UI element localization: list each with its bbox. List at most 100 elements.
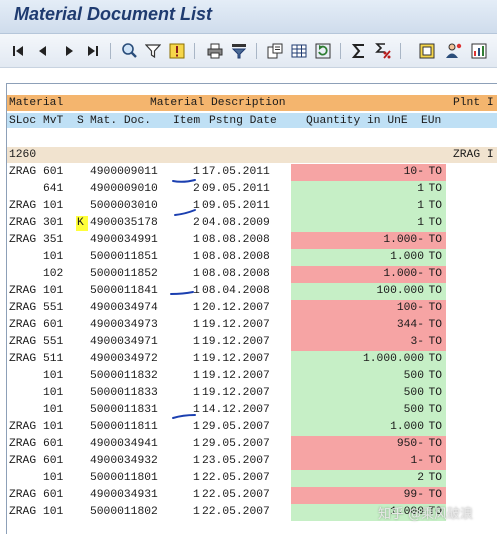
details-icon[interactable]: [120, 42, 138, 60]
total-icon[interactable]: [350, 42, 368, 60]
table-row[interactable]: 101 5000011831 1 14.12.2007 500 TO: [7, 402, 497, 419]
cell-item[interactable]: 2: [193, 182, 200, 196]
cell-entry-unit[interactable]: TO: [428, 318, 442, 332]
cell-quantity[interactable]: 1.000-: [383, 233, 424, 247]
cell-posting-date[interactable]: 19.12.2007: [202, 386, 270, 400]
cell-entry-unit[interactable]: TO: [428, 369, 442, 383]
cell-posting-date[interactable]: 17.05.2011: [202, 165, 270, 179]
header-movement-type[interactable]: MvT: [43, 114, 63, 128]
table-row[interactable]: ZRAG 101 5000011811 1 29.05.2007 1.000 TO: [7, 419, 497, 436]
cell-movement-type[interactable]: 101: [43, 420, 63, 434]
table-row[interactable]: 101 5000011801 1 22.05.2007 2 TO: [7, 470, 497, 487]
cell-item[interactable]: 1: [193, 267, 200, 281]
cell-entry-unit[interactable]: TO: [428, 403, 442, 417]
cell-entry-unit[interactable]: TO: [428, 335, 442, 349]
cell-item[interactable]: 1: [193, 335, 200, 349]
cell-posting-date[interactable]: 09.05.2011: [202, 182, 270, 196]
cell-sloc[interactable]: ZRAG: [9, 454, 36, 468]
cell-movement-type[interactable]: 101: [43, 199, 63, 213]
cell-material-document[interactable]: 4900034941: [90, 437, 158, 451]
header-posting-date[interactable]: Pstng Date: [209, 114, 277, 128]
header-special-stock[interactable]: S: [77, 114, 84, 128]
cell-entry-unit[interactable]: TO: [428, 182, 442, 196]
cell-posting-date[interactable]: 09.05.2011: [202, 199, 270, 213]
cell-quantity[interactable]: 1: [417, 182, 424, 196]
cell-movement-type[interactable]: 641: [43, 182, 63, 196]
cell-posting-date[interactable]: 19.12.2007: [202, 318, 270, 332]
cell-quantity[interactable]: 100-: [397, 301, 424, 315]
cell-posting-date[interactable]: 08.04.2008: [202, 284, 270, 298]
cell-posting-date[interactable]: 19.12.2007: [202, 369, 270, 383]
cell-movement-type[interactable]: 551: [43, 301, 63, 315]
cell-posting-date[interactable]: 29.05.2007: [202, 420, 270, 434]
cell-quantity[interactable]: 344-: [397, 318, 424, 332]
refresh-icon[interactable]: [314, 42, 332, 60]
cell-movement-type[interactable]: 101: [43, 505, 63, 519]
subtotal-icon[interactable]: [374, 42, 392, 60]
cell-sloc[interactable]: ZRAG: [9, 352, 36, 366]
cell-posting-date[interactable]: 08.08.2008: [202, 250, 270, 264]
cell-item[interactable]: 1: [193, 301, 200, 315]
cell-item[interactable]: 1: [193, 318, 200, 332]
table-row[interactable]: ZRAG 601 4900009011 1 17.05.2011 10- TO: [7, 164, 497, 181]
cell-posting-date[interactable]: 29.05.2007: [202, 437, 270, 451]
cell-posting-date[interactable]: 22.05.2007: [202, 488, 270, 502]
cell-movement-type[interactable]: 101: [43, 369, 63, 383]
cell-quantity[interactable]: 1.000: [390, 250, 424, 264]
cell-material-document[interactable]: 4900034971: [90, 335, 158, 349]
cell-quantity[interactable]: 1.000-: [383, 267, 424, 281]
cell-posting-date[interactable]: 08.08.2008: [202, 267, 270, 281]
cell-entry-unit[interactable]: TO: [428, 199, 442, 213]
cell-item[interactable]: 2: [193, 216, 200, 230]
cell-posting-date[interactable]: 19.12.2007: [202, 352, 270, 366]
header-quantity[interactable]: Quantity in UnE: [306, 114, 408, 128]
cell-quantity[interactable]: 3-: [410, 335, 424, 349]
cell-material-document[interactable]: 4900009010: [90, 182, 158, 196]
cell-entry-unit[interactable]: TO: [428, 250, 442, 264]
header-material-description[interactable]: Material Description: [150, 96, 286, 110]
group-plant[interactable]: ZRAG I: [453, 148, 494, 162]
sort-icon[interactable]: [230, 42, 248, 60]
cell-material-document[interactable]: 4900034974: [90, 301, 158, 315]
cell-sloc[interactable]: ZRAG: [9, 301, 36, 315]
cell-material-document[interactable]: 5000011852: [90, 267, 158, 281]
table-row[interactable]: ZRAG 551 4900034974 1 20.12.2007 100- TO: [7, 300, 497, 317]
filter-icon[interactable]: [144, 42, 162, 60]
table-row[interactable]: ZRAG 101 5000011841 1 08.04.2008 100.000 TO: [7, 283, 497, 300]
table-row[interactable]: ZRAG 601 4900034973 1 19.12.2007 344- TO: [7, 317, 497, 334]
header-material[interactable]: Material: [9, 96, 63, 110]
cell-quantity[interactable]: 1.000.000: [363, 352, 424, 366]
print-icon[interactable]: [206, 42, 224, 60]
cell-item[interactable]: 1: [193, 284, 200, 298]
cell-quantity[interactable]: 2: [417, 471, 424, 485]
cell-movement-type[interactable]: 601: [43, 488, 63, 502]
table-row[interactable]: ZRAG 101 5000003010 1 09.05.2011 1 TO: [7, 198, 497, 215]
cell-material-document[interactable]: 5000003010: [90, 199, 158, 213]
cell-material-document[interactable]: 5000011832: [90, 369, 158, 383]
choose-icon[interactable]: [168, 42, 186, 60]
cell-material-document[interactable]: 5000011833: [90, 386, 158, 400]
table-row[interactable]: 101 5000011832 1 19.12.2007 500 TO: [7, 368, 497, 385]
header-plant[interactable]: Plnt I: [453, 96, 494, 110]
cell-entry-unit[interactable]: TO: [428, 284, 442, 298]
cell-movement-type[interactable]: 301: [43, 216, 63, 230]
cell-entry-unit[interactable]: TO: [428, 267, 442, 281]
cell-entry-unit[interactable]: TO: [428, 437, 442, 451]
local-file-icon[interactable]: [266, 42, 284, 60]
cell-movement-type[interactable]: 101: [43, 250, 63, 264]
cell-item[interactable]: 1: [193, 437, 200, 451]
table-row[interactable]: 641 4900009010 2 09.05.2011 1 TO: [7, 181, 497, 198]
table-row[interactable]: ZRAG 601 4900034931 1 22.05.2007 99- TO: [7, 487, 497, 504]
cell-quantity[interactable]: 1.000: [390, 420, 424, 434]
cell-material-document[interactable]: 5000011801: [90, 471, 158, 485]
cell-movement-type[interactable]: 601: [43, 318, 63, 332]
cell-sloc[interactable]: ZRAG: [9, 199, 36, 213]
cell-material-document[interactable]: 4900034991: [90, 233, 158, 247]
cell-quantity[interactable]: 500: [404, 403, 424, 417]
layout-icon[interactable]: [418, 42, 436, 60]
cell-item[interactable]: 1: [193, 386, 200, 400]
cell-posting-date[interactable]: 22.05.2007: [202, 505, 270, 519]
cell-quantity[interactable]: 500: [404, 369, 424, 383]
cell-quantity[interactable]: 1-: [410, 454, 424, 468]
spreadsheet-icon[interactable]: [290, 42, 308, 60]
